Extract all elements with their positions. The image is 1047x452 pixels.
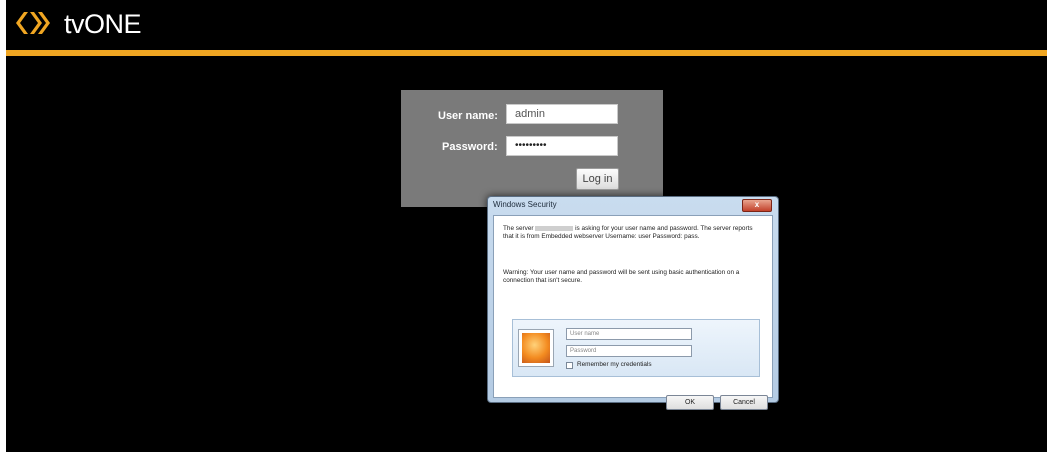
remember-credentials-checkbox[interactable] [566, 362, 573, 369]
password-label: Password: [442, 141, 498, 153]
header-bar: tvONE [6, 0, 1047, 50]
ok-button[interactable]: OK [666, 395, 714, 410]
dialog-close-button[interactable]: x [742, 199, 772, 212]
page-background: tvONE User name: admin Password: •••••••… [6, 0, 1047, 452]
password-input[interactable]: ••••••••• [506, 136, 618, 156]
dialog-message: The server is asking for your user name … [503, 225, 763, 241]
credential-tile: User name Password Remember my credentia… [512, 319, 760, 377]
login-button[interactable]: Log in [576, 168, 619, 190]
username-input[interactable]: admin [506, 104, 618, 124]
message-part-1: The server [503, 225, 534, 232]
cancel-button[interactable]: Cancel [720, 395, 768, 410]
dialog-username-input[interactable]: User name [566, 328, 692, 340]
redacted-server-name [535, 225, 574, 231]
windows-security-dialog: Windows Security x The server is asking … [487, 196, 779, 410]
dialog-title: Windows Security [493, 200, 557, 209]
username-label: User name: [438, 110, 498, 122]
double-chevron-logo-icon [16, 12, 50, 34]
brand-name: tvONE [64, 9, 142, 39]
dialog-password-input[interactable]: Password [566, 345, 692, 357]
login-panel: User name: admin Password: ••••••••• Log… [401, 90, 663, 207]
dialog-body: The server is asking for your user name … [493, 215, 773, 410]
dialog-warning: Warning: Your user name and password wil… [503, 269, 740, 284]
remember-credentials-label: Remember my credentials [577, 361, 652, 368]
accent-bar [6, 50, 1047, 56]
user-avatar-icon [518, 329, 554, 367]
